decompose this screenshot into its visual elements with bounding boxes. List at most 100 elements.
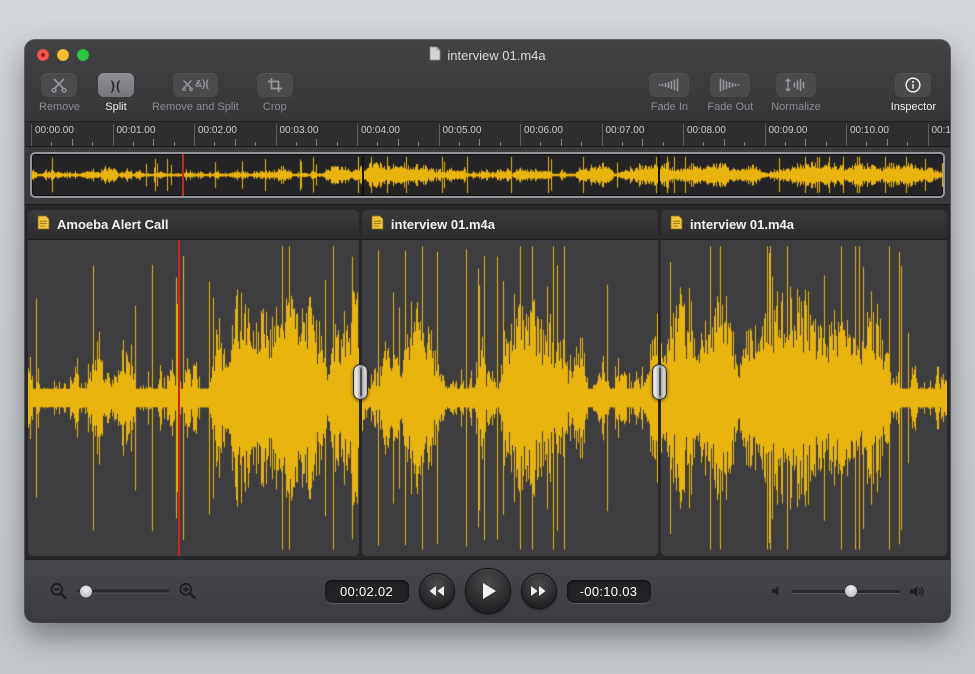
- normalize-button[interactable]: Normalize: [771, 73, 821, 113]
- fade-out-button[interactable]: Fade Out: [707, 73, 753, 113]
- forward-icon: [530, 585, 547, 597]
- ruler-tick: [439, 124, 440, 146]
- ruler-tick: [805, 139, 806, 146]
- magnifier-plus-icon: [178, 582, 197, 601]
- fade-in-button[interactable]: Fade In: [649, 73, 689, 113]
- speaker-low-icon: [771, 585, 783, 597]
- remove-button[interactable]: Remove: [39, 73, 80, 113]
- play-button[interactable]: [465, 568, 511, 614]
- clip-title: interview 01.m4a: [391, 217, 495, 232]
- split-brackets-icon: )(: [98, 73, 134, 97]
- ruler-time-label: 00:10.00: [850, 125, 889, 136]
- ruler-tick: [31, 124, 32, 146]
- window-controls: [37, 49, 89, 61]
- overview-playhead: [182, 154, 184, 196]
- crop-button[interactable]: Crop: [257, 73, 293, 113]
- ruler-tick: [214, 142, 215, 146]
- clip-waveform: [661, 240, 947, 556]
- zoom-slider-knob[interactable]: [79, 584, 93, 598]
- clip-panel-3: interview 01.m4a: [661, 210, 947, 556]
- remove-and-split-button[interactable]: &)( Remove and Split: [152, 73, 239, 113]
- scissors-x-icon: [41, 73, 77, 97]
- fade-in-bars-icon: [649, 73, 689, 97]
- transport-bar: 00:02.02 -00:10.03: [25, 559, 950, 622]
- ruler-tick: [133, 142, 134, 146]
- zoom-controls: [49, 582, 197, 601]
- volume-slider[interactable]: [792, 583, 900, 599]
- clip-header[interactable]: interview 01.m4a: [362, 210, 658, 240]
- overview-strip[interactable]: [30, 152, 945, 198]
- crop-marks-icon: [257, 73, 293, 97]
- ruler-tick: [765, 124, 766, 146]
- ruler-tick: [418, 142, 419, 146]
- ruler-time-label: 00:11.00: [932, 125, 951, 136]
- ruler-tick: [928, 124, 929, 146]
- clip-waveform: [28, 240, 359, 556]
- clip-playhead: [178, 240, 180, 556]
- ruler-tick: [907, 142, 908, 146]
- split-button[interactable]: )( Split: [98, 73, 134, 113]
- speaker-loud-icon: [909, 585, 926, 598]
- split-handle[interactable]: [353, 364, 368, 400]
- remaining-time-display: -00:10.03: [567, 580, 651, 603]
- ruler-tick: [866, 142, 867, 146]
- ruler-tick: [51, 142, 52, 146]
- document-icon: [429, 46, 441, 64]
- timeline-ruler[interactable]: 00:00.0000:01.0000:02.0000:03.0000:04.00…: [25, 122, 950, 147]
- inspector-button[interactable]: Inspector: [891, 73, 936, 113]
- ruler-tick: [72, 139, 73, 146]
- scissors-and-brackets-icon: &)(: [173, 73, 218, 97]
- zoom-in-button[interactable]: [178, 582, 197, 601]
- ruler-time-label: 00:04.00: [361, 125, 400, 136]
- ruler-time-label: 00:00.00: [35, 125, 74, 136]
- ruler-time-label: 00:09.00: [769, 125, 808, 136]
- volume-low-button[interactable]: [771, 585, 783, 597]
- clip-panel-2: interview 01.m4a: [362, 210, 658, 556]
- ruler-tick: [785, 142, 786, 146]
- close-button[interactable]: [37, 49, 49, 61]
- ruler-tick: [581, 142, 582, 146]
- clip-title: Amoeba Alert Call: [57, 217, 169, 232]
- ruler-tick: [703, 142, 704, 146]
- clip-waveform-area[interactable]: [362, 240, 658, 556]
- minimize-button[interactable]: [57, 49, 69, 61]
- clip-header[interactable]: Amoeba Alert Call: [28, 210, 359, 240]
- ruler-tick: [296, 142, 297, 146]
- ruler-time-label: 00:03.00: [280, 125, 319, 136]
- clip-waveform-area[interactable]: [28, 240, 359, 556]
- normalize-arrows-icon: [776, 73, 816, 97]
- ruler-time-label: 00:05.00: [443, 125, 482, 136]
- ruler-tick: [724, 139, 725, 146]
- ruler-tick: [520, 124, 521, 146]
- toolbar: Remove )( Split &)( Remove and Split C: [25, 70, 950, 122]
- zoom-slider[interactable]: [77, 583, 169, 599]
- clip-header[interactable]: interview 01.m4a: [661, 210, 947, 240]
- rewind-button[interactable]: [419, 573, 455, 609]
- split-handle[interactable]: [652, 364, 667, 400]
- magnifier-minus-icon: [49, 582, 68, 601]
- clip-title: interview 01.m4a: [690, 217, 794, 232]
- playback-controls: 00:02.02 -00:10.03: [325, 568, 651, 614]
- ruler-tick: [540, 142, 541, 146]
- audio-file-icon: [371, 215, 384, 235]
- ruler-tick: [398, 139, 399, 146]
- clip-waveform-area[interactable]: [661, 240, 947, 556]
- window-header: interview 01.m4a Remove )( Split &)(: [25, 40, 950, 122]
- fade-out-bars-icon: [710, 73, 750, 97]
- overview-clip-divider: [362, 154, 364, 196]
- zoom-out-button[interactable]: [49, 582, 68, 601]
- ruler-tick: [826, 142, 827, 146]
- ruler-time-label: 00:08.00: [687, 125, 726, 136]
- zoom-window-button[interactable]: [77, 49, 89, 61]
- ruler-tick: [276, 124, 277, 146]
- ruler-tick: [479, 139, 480, 146]
- ruler-tick: [642, 139, 643, 146]
- overview-clip-divider: [658, 154, 660, 196]
- ruler-tick: [337, 142, 338, 146]
- ruler-time-label: 00:06.00: [524, 125, 563, 136]
- ruler-tick: [602, 124, 603, 146]
- volume-slider-knob[interactable]: [844, 584, 858, 598]
- clip-waveform: [362, 240, 658, 556]
- forward-button[interactable]: [521, 573, 557, 609]
- volume-high-button[interactable]: [909, 585, 926, 598]
